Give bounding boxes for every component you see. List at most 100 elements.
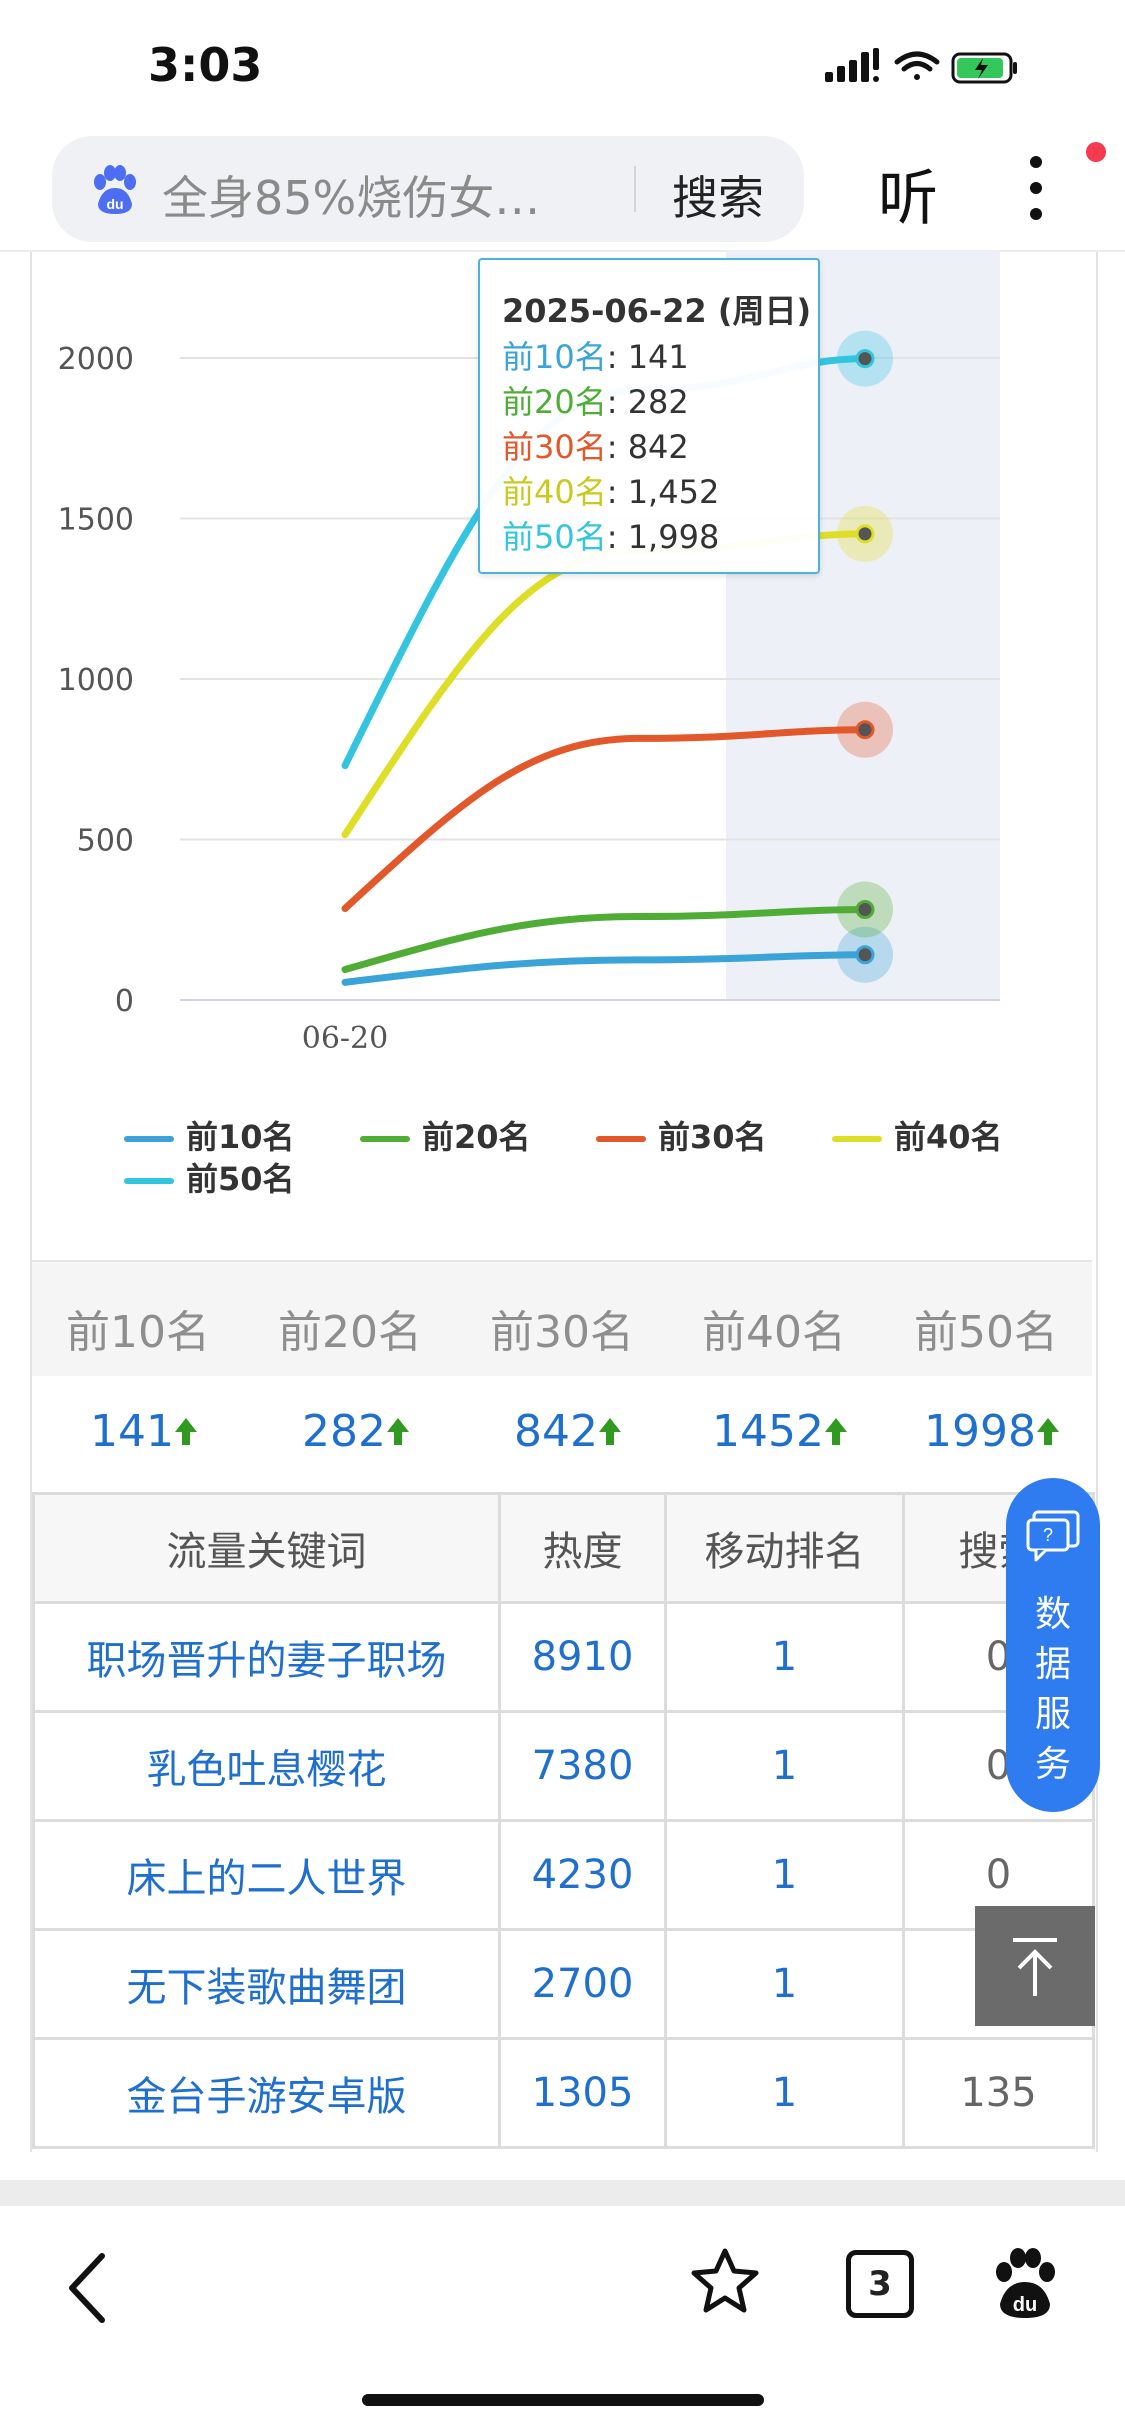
keyword-link[interactable]: 无下装歌曲舞团 <box>32 1928 501 2040</box>
wifi-icon <box>894 51 940 80</box>
rank-value[interactable]: 1 <box>664 1928 905 2040</box>
data-service-label: 数据服务 <box>1034 1594 1071 1785</box>
more-menu-icon[interactable] <box>1026 156 1046 226</box>
legend-label: 前30名 <box>658 1118 767 1156</box>
legend-item[interactable]: 前20名 <box>360 1112 531 1158</box>
notification-dot <box>1086 142 1106 162</box>
data-point <box>855 899 875 919</box>
y-tick-label: 1500 <box>58 503 134 538</box>
keyword-link[interactable]: 职场晋升的妻子职场 <box>32 1601 501 1713</box>
rank-value[interactable]: 1 <box>664 2037 905 2149</box>
heat-value: 4230 <box>498 1819 667 1931</box>
summary-value: 282 <box>302 1406 386 1457</box>
keyword-link[interactable]: 床上的二人世界 <box>32 1819 501 1931</box>
chat-service-icon: ? <box>1026 1510 1080 1562</box>
summary-label: 前10名 <box>66 1307 210 1358</box>
table-row: 床上的二人世界 4230 1 0 <box>32 1819 1095 1931</box>
legend-label: 前10名 <box>186 1118 295 1156</box>
keyword-link[interactable]: 乳色吐息樱花 <box>32 1710 501 1822</box>
tabs-count-button[interactable]: 3 <box>846 2250 914 2318</box>
y-tick-label: 1000 <box>58 663 134 698</box>
status-bar: 3:03 <box>0 0 1125 130</box>
status-time: 3:03 <box>148 38 263 92</box>
col-header-heat[interactable]: 热度 <box>498 1492 667 1604</box>
legend-label: 前50名 <box>186 1160 295 1198</box>
heat-value: 7380 <box>498 1710 667 1822</box>
cellular-signal-icon <box>825 48 879 82</box>
table-row: 乳色吐息樱花 7380 1 0 <box>32 1710 1095 1822</box>
table-row: 金台手游安卓版 1305 1 135 <box>32 2037 1095 2149</box>
rank-value[interactable]: 1 <box>664 1601 905 1713</box>
home-indicator <box>362 2394 764 2406</box>
data-point <box>855 349 875 369</box>
summary-value: 1998 <box>924 1406 1036 1457</box>
summary-value-cell: 1452 <box>668 1406 880 1457</box>
summary-label: 前40名 <box>702 1307 846 1358</box>
tooltip-date: 2025-06-22 (周日) <box>502 292 812 330</box>
summary-value-cell: 842 <box>456 1406 668 1457</box>
summary-values-row: 141 282 842 1452 1998 <box>32 1376 1092 1492</box>
summary-value-cell: 1998 <box>880 1406 1092 1457</box>
tooltip-row: 前20名: 282 <box>502 383 689 421</box>
table-row: 职场晋升的妻子职场 8910 1 0 <box>32 1601 1095 1713</box>
search-divider <box>634 166 636 212</box>
heat-value: 2700 <box>498 1928 667 2040</box>
col-header-mobile-rank[interactable]: 移动排名 <box>664 1492 905 1604</box>
col-header-keyword: 流量关键词 <box>32 1492 501 1604</box>
x-tick-label: 06-20 <box>302 1021 388 1056</box>
tooltip-series-name: 前40名 <box>502 473 607 511</box>
search-box[interactable]: du 全身85%烧伤女… 搜索 <box>52 136 804 242</box>
tooltip-series-name: 前30名 <box>502 428 607 466</box>
keyword-link[interactable]: 金台手游安卓版 <box>32 2037 501 2149</box>
tooltip-row: 前40名: 1,452 <box>502 473 720 511</box>
y-tick-label: 2000 <box>58 342 134 377</box>
legend-item[interactable]: 前50名 <box>124 1154 295 1200</box>
back-to-top-button[interactable] <box>975 1906 1095 2026</box>
summary-value: 1452 <box>712 1406 824 1457</box>
legend-item[interactable]: 前10名 <box>124 1112 295 1158</box>
tooltip-series-value: 1,998 <box>627 518 720 556</box>
summary-label: 前20名 <box>278 1307 422 1358</box>
arrow-up-to-top-icon <box>1013 1938 1057 1996</box>
table-header-row: 流量关键词 热度 移动排名 搜索 <box>32 1492 1095 1604</box>
tooltip-series-value: 842 <box>627 428 689 466</box>
listen-button[interactable]: 听 <box>878 150 938 237</box>
summary-label: 前50名 <box>914 1307 1058 1358</box>
tooltip-row: 前30名: 842 <box>502 428 689 466</box>
rank-value[interactable]: 1 <box>664 1710 905 1822</box>
baidu-home-icon[interactable]: du <box>990 2246 1060 2320</box>
search-button[interactable]: 搜索 <box>672 162 764 228</box>
tooltip-series-name: 前10名 <box>502 338 607 376</box>
summary-value-cell: 141 <box>32 1406 244 1457</box>
summary-value: 141 <box>90 1406 174 1457</box>
data-point <box>855 720 875 740</box>
favorite-star-icon[interactable] <box>690 2246 760 2316</box>
search-query-text[interactable]: 全身85%烧伤女… <box>162 162 540 228</box>
y-tick-label: 500 <box>77 824 134 859</box>
back-arrow-icon[interactable] <box>62 2248 112 2328</box>
status-icons <box>825 48 1017 84</box>
y-tick-label: 0 <box>115 984 134 1019</box>
keyword-table: 流量关键词 热度 移动排名 搜索 职场晋升的妻子职场 8910 1 0 乳色吐息… <box>32 1492 1095 2149</box>
svg-text:du: du <box>1013 2294 1037 2316</box>
tooltip-series-name: 前50名 <box>502 518 607 556</box>
tooltip-series-value: 282 <box>627 383 689 421</box>
summary-value: 842 <box>514 1406 598 1457</box>
rank-value[interactable]: 1 <box>664 1819 905 1931</box>
legend-item[interactable]: 前40名 <box>832 1112 1003 1158</box>
chart-tooltip: 2025-06-22 (周日) 前10名: 141 前20名: 282 前30名… <box>478 258 820 574</box>
data-point <box>855 524 875 544</box>
heat-value: 1305 <box>498 2037 667 2149</box>
summary-value-cell: 282 <box>244 1406 456 1457</box>
legend-item[interactable]: 前30名 <box>596 1112 767 1158</box>
svg-text:du: du <box>106 196 123 212</box>
search-value: 135 <box>902 2037 1095 2149</box>
tooltip-series-name: 前20名 <box>502 383 607 421</box>
legend-label: 前20名 <box>422 1118 531 1156</box>
data-point <box>855 945 875 965</box>
data-service-button[interactable]: ? 数据服务 <box>1006 1478 1100 1812</box>
summary-header-row: 前10名 前20名 前30名 前40名 前50名 <box>32 1260 1092 1378</box>
heat-value: 8910 <box>498 1601 667 1713</box>
tooltip-row: 前10名: 141 <box>502 338 689 376</box>
svg-text:?: ? <box>1043 1525 1053 1545</box>
